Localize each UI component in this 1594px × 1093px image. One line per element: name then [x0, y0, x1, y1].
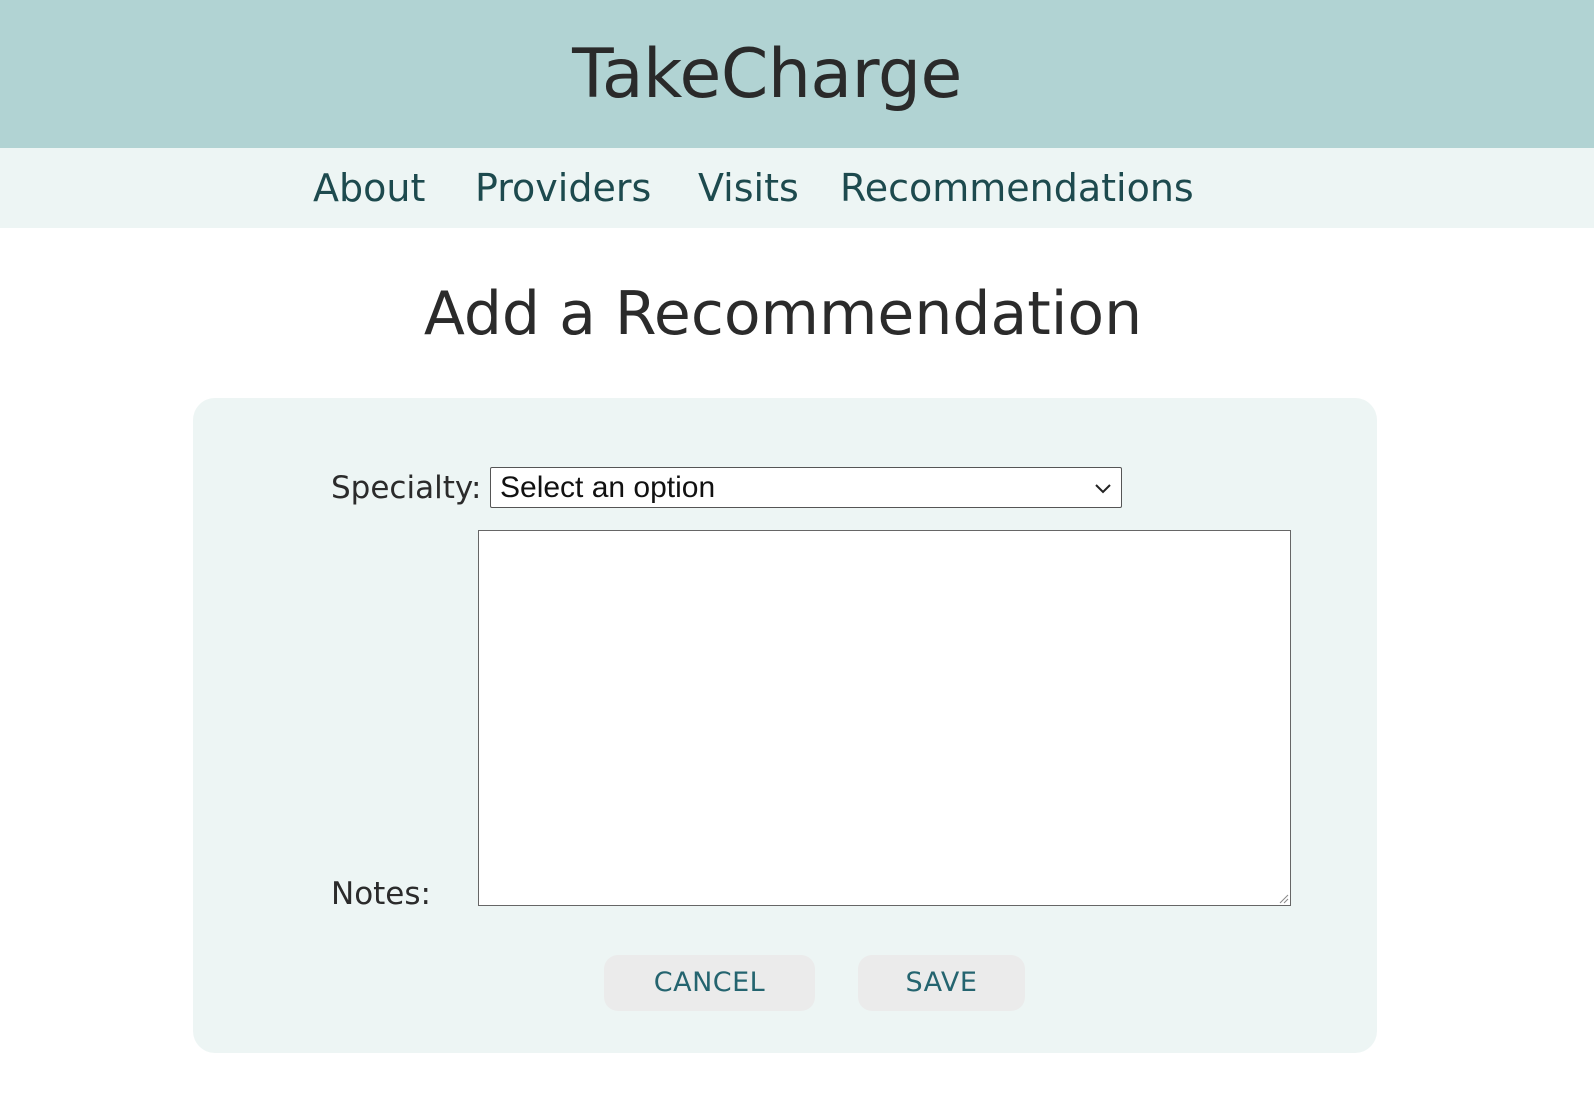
- nav-item-recommendations[interactable]: Recommendations: [840, 166, 1194, 210]
- resize-handle-icon[interactable]: [1278, 893, 1289, 904]
- nav-item-visits[interactable]: Visits: [698, 166, 799, 210]
- nav-item-about[interactable]: About: [313, 166, 425, 210]
- specialty-label: Specialty:: [331, 470, 482, 506]
- notes-label: Notes:: [331, 876, 431, 912]
- app-title: TakeCharge: [572, 35, 962, 114]
- recommendation-form: Specialty: Select an option Notes: CANCE…: [193, 398, 1377, 1053]
- save-button[interactable]: SAVE: [858, 955, 1025, 1011]
- main-nav: About Providers Visits Recommendations: [0, 148, 1594, 228]
- cancel-button[interactable]: CANCEL: [604, 955, 815, 1011]
- specialty-select-value: Select an option: [500, 471, 716, 504]
- page-title: Add a Recommendation: [423, 279, 1143, 349]
- specialty-select[interactable]: Select an option: [490, 467, 1122, 508]
- nav-item-providers[interactable]: Providers: [475, 166, 651, 210]
- notes-textarea[interactable]: [478, 530, 1291, 906]
- chevron-down-icon: [1095, 484, 1111, 494]
- app-header: TakeCharge: [0, 0, 1594, 148]
